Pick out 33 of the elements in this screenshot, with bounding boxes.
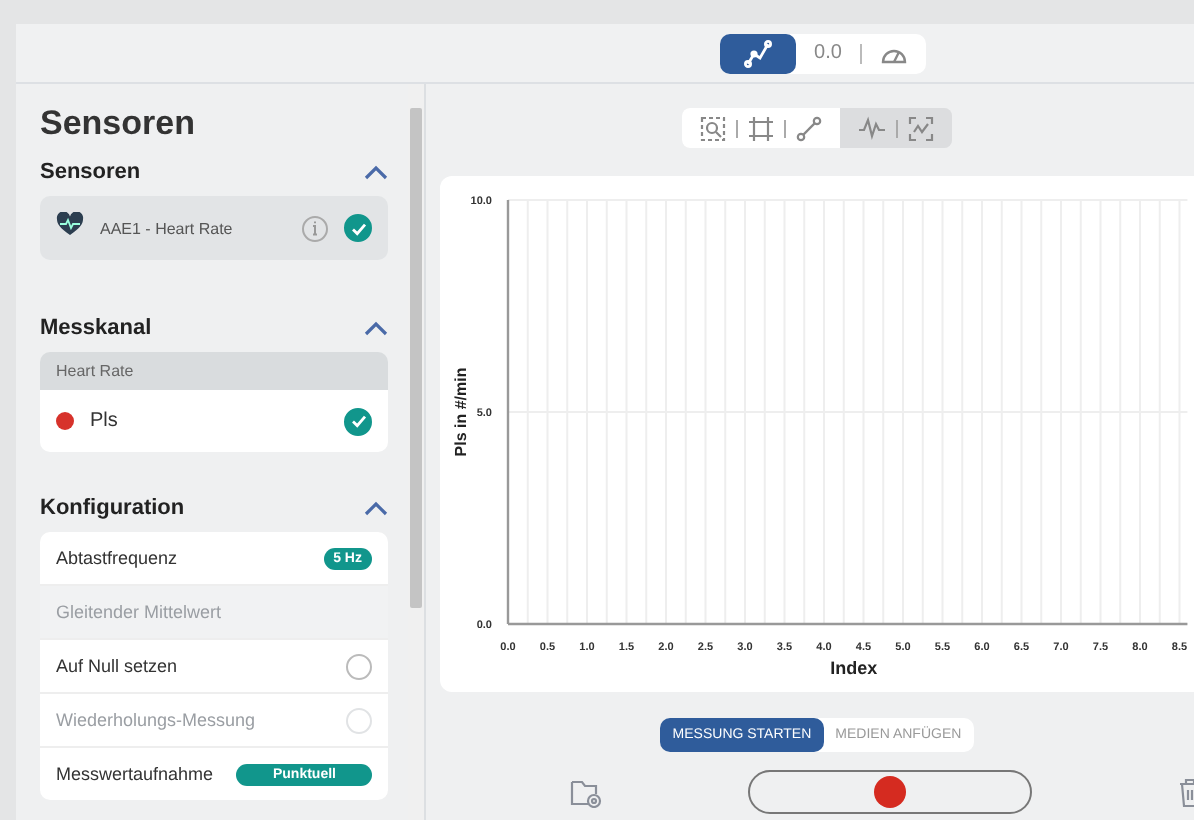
y-axis-title: Pls in #/min (452, 367, 470, 457)
channel-group-header: Heart Rate (40, 352, 388, 390)
sensor-item[interactable]: AAE1 - Heart Rate (40, 196, 388, 260)
record-button[interactable] (748, 770, 1032, 814)
chevron-icon[interactable] (364, 320, 388, 336)
option-label: Abtastfrequenz (56, 548, 180, 568)
fit-to-screen-icon (908, 115, 934, 141)
folder-icon (570, 777, 602, 807)
config-option[interactable]: Auf Null setzen (40, 640, 388, 692)
option-label: Messwertaufnahme (56, 764, 216, 784)
option-label: Wiederholungs-Messung (56, 710, 258, 730)
option-label: Auf Null setzen (56, 656, 180, 676)
line-chart-icon (744, 39, 773, 67)
wave-icon (858, 116, 886, 140)
section-title: Messkanal (40, 316, 152, 340)
chevron-icon[interactable] (364, 500, 388, 516)
channel-item[interactable]: Pls (40, 390, 388, 452)
zoom-icon (700, 115, 726, 141)
sensor-name: AAE1 - Heart Rate (100, 219, 235, 237)
line-segment-icon (796, 115, 822, 141)
panel-title: Sensoren (40, 104, 197, 144)
chevron-icon[interactable] (364, 164, 388, 180)
section-title: Konfiguration (40, 496, 185, 520)
crop-icon (748, 115, 774, 141)
x-axis-title: Index (830, 658, 878, 678)
radio-toggle[interactable] (346, 653, 372, 679)
chart-mode-tab[interactable] (720, 33, 797, 73)
option-label: Gleitender Mittelwert (56, 602, 224, 622)
check-icon[interactable] (344, 214, 372, 242)
check-icon[interactable] (344, 407, 372, 435)
channel-name: Pls (90, 410, 120, 432)
info-icon[interactable] (302, 215, 328, 241)
section-title: Sensoren (40, 160, 141, 184)
